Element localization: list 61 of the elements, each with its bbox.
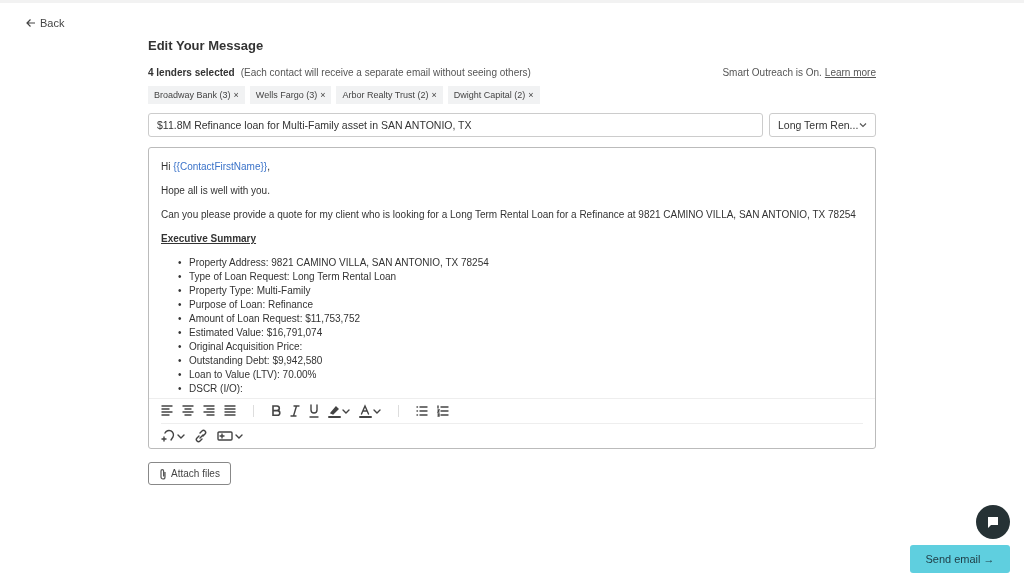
lender-chip: Arbor Realty Trust (2) × <box>336 86 443 104</box>
align-right-icon[interactable] <box>203 403 215 419</box>
smart-outreach-note: Smart Outreach is On. Learn more <box>722 67 876 78</box>
summary-item: Type of Loan Request: Long Term Rental Loan <box>189 270 397 284</box>
summary-item: Estimated Value: $16,791,074 <box>189 326 323 340</box>
lender-chip: Broadway Bank (3) × <box>148 86 245 104</box>
bullet-icon: • <box>178 256 189 270</box>
summary-item: Loan to Value (LTV): 70.00% <box>189 368 317 382</box>
bullet-icon: • <box>178 354 189 368</box>
bullet-icon: • <box>178 298 189 312</box>
subject-field[interactable]: $11.8M Refinance loan for Multi-Family asset in SAN ANTONIO, TX <box>148 113 763 137</box>
bullet-icon: • <box>178 326 189 340</box>
summary-item: Purpose of Loan: Refinance <box>189 298 313 312</box>
summary-item: Property Address: 9821 CAMINO VILLA, SAN ANTONIO, TX 78254 <box>189 256 489 270</box>
summary-item: Outstanding Debt: $9,942,580 <box>189 354 323 368</box>
insert-field-icon[interactable] <box>217 428 243 444</box>
remove-icon[interactable]: × <box>528 90 534 100</box>
bullet-icon: • <box>178 382 189 396</box>
summary-item: Original Acquisition Price: <box>189 340 303 354</box>
justify-icon[interactable] <box>224 403 236 419</box>
bullet-icon: • <box>178 312 189 326</box>
bullet-icon: • <box>178 284 189 298</box>
bullet-icon: • <box>178 368 189 382</box>
message-paragraph: Can you please provide a quote for my client who is looking for a Long Term Rental Loan for a Refinance at 9821 CAMINO VILLA, SAN ANTONIO, TX 78254 <box>161 208 857 222</box>
chevron-down-icon <box>859 122 867 128</box>
greeting-text: Hi {{ContactFirstName}}, <box>161 160 271 174</box>
paperclip-icon <box>159 467 167 480</box>
template-dropdown[interactable]: Long Term Ren... <box>769 113 876 137</box>
bullet-list-icon[interactable] <box>416 403 428 419</box>
bullet-icon: • <box>178 340 189 354</box>
highlight-color-icon[interactable] <box>328 403 350 419</box>
chat-button[interactable] <box>976 505 1010 539</box>
remove-icon[interactable]: × <box>233 90 239 100</box>
remove-icon[interactable]: × <box>431 90 437 100</box>
message-paragraph: Hope all is well with you. <box>161 184 271 198</box>
chat-bubble-icon <box>986 515 1000 529</box>
back-arrow-icon <box>26 18 36 28</box>
align-left-icon[interactable] <box>161 403 173 419</box>
numbered-list-icon[interactable] <box>437 403 449 419</box>
selection-note: 4 lenders selected (Each contact will receive a separate email without seeing others) <box>148 67 531 78</box>
bullet-icon: • <box>178 270 189 284</box>
learn-more-link[interactable]: Learn more <box>824 67 876 78</box>
summary-item: Property Type: Multi-Family <box>189 284 311 298</box>
lender-chip: Wells Fargo (3) × <box>249 86 332 104</box>
send-email-button[interactable]: Send email → <box>910 545 1010 573</box>
page-title: Edit Your Message <box>148 38 265 53</box>
align-center-icon[interactable] <box>182 403 194 419</box>
insert-variable-icon[interactable] <box>161 428 185 444</box>
section-heading: Executive Summary <box>161 232 258 246</box>
back-link[interactable]: Back <box>26 17 65 29</box>
link-icon[interactable] <box>194 428 208 444</box>
text-color-icon[interactable] <box>359 403 381 419</box>
lender-chip: Dwight Capital (2) × <box>447 86 540 104</box>
remove-icon[interactable]: × <box>320 90 326 100</box>
underline-icon[interactable] <box>309 403 319 419</box>
bold-icon[interactable] <box>271 403 281 419</box>
attach-files-button[interactable]: Attach files <box>148 462 231 485</box>
message-editor[interactable] <box>148 147 876 449</box>
summary-item: Amount of Loan Request: $11,753,752 <box>189 312 361 326</box>
italic-icon[interactable] <box>290 403 300 419</box>
summary-item: DSCR (I/O): <box>189 382 243 396</box>
